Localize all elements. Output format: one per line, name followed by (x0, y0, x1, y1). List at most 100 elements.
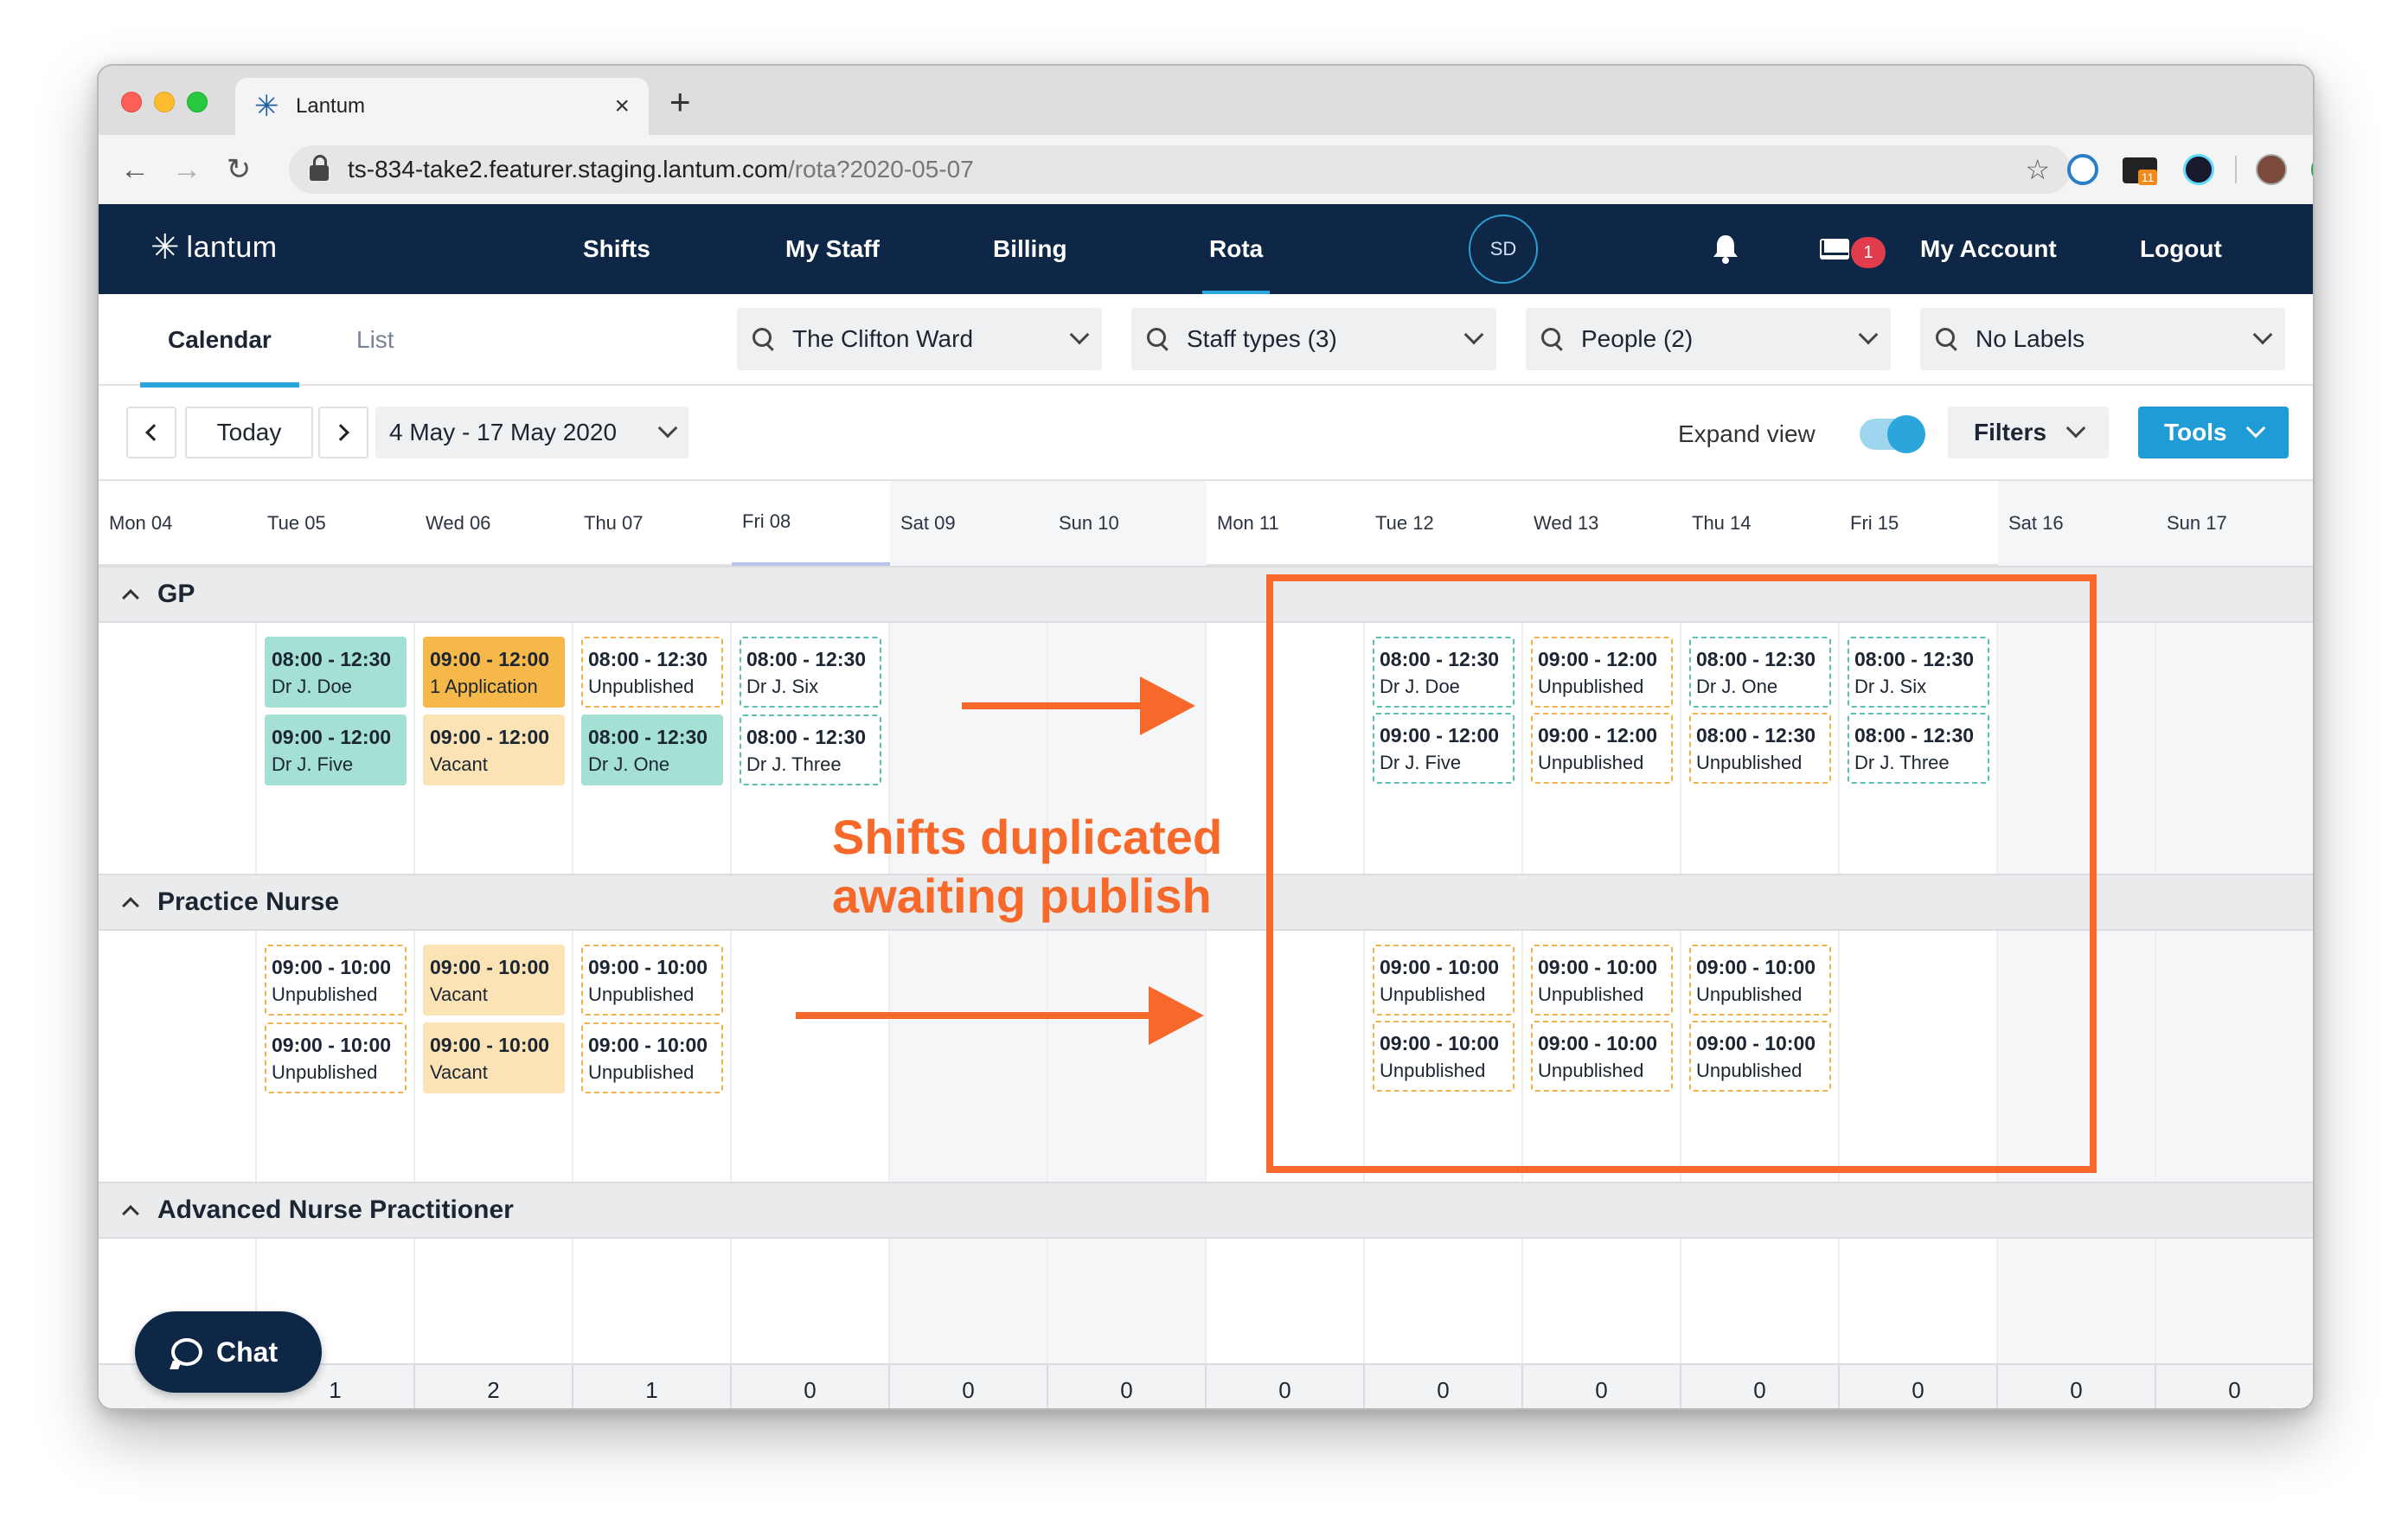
group-title: Practice Nurse (157, 888, 340, 916)
shift-assignee: Vacant (430, 753, 488, 775)
react-devtools-icon[interactable] (2183, 154, 2214, 185)
day-column (1840, 1239, 1998, 1363)
shift-card[interactable]: 09:00 - 10:00 Unpublished (581, 945, 723, 1016)
daily-total: 0 (1681, 1365, 1840, 1408)
ward-filter[interactable]: The Clifton Ward (737, 308, 1102, 370)
nav-rota[interactable]: Rota (1201, 204, 1271, 294)
day-column (1681, 1239, 1840, 1363)
shift-card[interactable]: 09:00 - 10:00 Unpublished (265, 1022, 407, 1093)
tab-list[interactable]: List (356, 294, 394, 386)
day-column (99, 623, 257, 874)
user-avatar[interactable]: SD (1469, 215, 1538, 284)
day-header: Tue 05 (267, 512, 326, 534)
tab-calendar[interactable]: Calendar (140, 294, 299, 388)
shift-card[interactable]: 08:00 - 12:30 Dr J. Six (740, 637, 881, 708)
shift-card[interactable]: 09:00 - 12:00 1 Application (423, 637, 565, 708)
shift-time: 09:00 - 10:00 (272, 1034, 392, 1056)
forward-icon[interactable]: → (171, 153, 202, 187)
shift-card[interactable]: 08:00 - 12:30 Dr J. Doe (265, 637, 407, 708)
day-column (2156, 1239, 2313, 1363)
collapse-icon (122, 589, 139, 606)
profile-avatar[interactable] (2256, 154, 2287, 185)
address-bar[interactable]: ts-834-take2.featurer.staging.lantum.com… (289, 145, 2071, 194)
day-header: Sat 09 (890, 481, 1048, 566)
annotation-line-1: Shifts duplicated (832, 810, 1223, 864)
browser-tab[interactable]: ✳ Lantum × (235, 78, 649, 135)
shift-card[interactable]: 09:00 - 10:00 Vacant (423, 945, 565, 1016)
filters-button[interactable]: Filters (1948, 407, 2109, 458)
daily-total: 1 (573, 1365, 732, 1408)
back-icon[interactable]: ← (119, 153, 150, 187)
notification-bell-icon[interactable] (1713, 234, 1739, 265)
nav-my-staff[interactable]: My Staff (785, 204, 880, 294)
app-header: ✳ lantum Shifts My Staff Billing Rota SD… (99, 204, 2313, 294)
day-column (99, 931, 257, 1182)
nav-shifts[interactable]: Shifts (583, 204, 650, 294)
lantum-star-icon: ✳ (150, 228, 180, 266)
ward-filter-value: The Clifton Ward (792, 325, 974, 352)
previous-period-button[interactable] (126, 407, 176, 458)
shift-card[interactable]: 08:00 - 12:30 Unpublished (581, 637, 723, 708)
people-filter[interactable]: People (2) (1526, 308, 1891, 370)
reload-icon[interactable]: ↻ (223, 152, 254, 187)
day-header-row: Mon 04 Tue 05 Wed 06 Thu 07 Fri 08 Sat 0… (99, 479, 2313, 566)
day-column (1523, 1239, 1681, 1363)
extension-1password-icon[interactable] (2067, 154, 2098, 185)
filters-label: Filters (1974, 419, 2047, 445)
day-column (1207, 1239, 1365, 1363)
labels-filter-value: No Labels (1976, 325, 2085, 352)
shift-assignee: Dr J. Three (746, 753, 842, 775)
day-column (1365, 1239, 1523, 1363)
day-header: Mon 04 (109, 512, 173, 534)
close-window-button[interactable] (121, 92, 142, 112)
address-row: ← → ↻ ts-834-take2.featurer.staging.lant… (99, 135, 2313, 204)
day-header: Sun 10 (1048, 481, 1207, 566)
brand-name: lantum (186, 230, 278, 264)
day-column (1998, 1239, 2156, 1363)
minimize-window-button[interactable] (154, 92, 175, 112)
labels-filter[interactable]: No Labels (1920, 308, 2285, 370)
chevron-down-icon (2245, 418, 2266, 439)
group-header-advanced-nurse-practitioner[interactable]: Advanced Nurse Practitioner (99, 1182, 2313, 1239)
chevron-down-icon (1858, 324, 1879, 345)
shift-card[interactable]: 08:00 - 12:30 Dr J. Three (740, 715, 881, 785)
shift-assignee: Dr J. Six (746, 676, 819, 697)
date-range-picker[interactable]: 4 May - 17 May 2020 (375, 407, 688, 458)
lantum-favicon-icon: ✳ (254, 90, 279, 123)
annotation-highlight-box (1266, 574, 2097, 1173)
next-period-button[interactable] (318, 407, 368, 458)
extension-badge: 11 (2138, 170, 2157, 185)
day-column (1048, 1239, 1207, 1363)
daily-total: 0 (1523, 1365, 1681, 1408)
shift-card[interactable]: 09:00 - 10:00 Vacant (423, 1022, 565, 1093)
shift-card[interactable]: 08:00 - 12:30 Dr J. One (581, 715, 723, 785)
maximize-window-button[interactable] (187, 92, 208, 112)
messages-icon[interactable] (1820, 239, 1849, 260)
lantum-logo[interactable]: ✳ lantum (150, 230, 278, 265)
staff-types-filter[interactable]: Staff types (3) (1131, 308, 1496, 370)
chat-button[interactable]: Chat (135, 1311, 322, 1393)
daily-total: 0 (732, 1365, 890, 1408)
logout-link[interactable]: Logout (2140, 204, 2222, 294)
day-column (415, 1239, 573, 1363)
shift-time: 08:00 - 12:30 (588, 648, 708, 670)
chevron-left-icon (145, 424, 163, 441)
nav-billing[interactable]: Billing (993, 204, 1067, 294)
search-icon (1936, 328, 1958, 350)
tools-button[interactable]: Tools (2138, 407, 2289, 458)
my-account-link[interactable]: My Account (1920, 204, 2057, 294)
bookmark-star-icon[interactable]: ☆ (2025, 153, 2050, 186)
expand-view-toggle[interactable] (1860, 415, 1925, 453)
shift-card[interactable]: 09:00 - 10:00 Unpublished (265, 945, 407, 1016)
shift-card[interactable]: 09:00 - 10:00 Unpublished (581, 1022, 723, 1093)
shift-card[interactable]: 09:00 - 12:00 Vacant (423, 715, 565, 785)
new-tab-icon[interactable]: + (669, 81, 691, 123)
shift-assignee: Unpublished (272, 1061, 378, 1083)
today-button[interactable]: Today (185, 407, 313, 458)
tools-label: Tools (2164, 419, 2227, 445)
shift-card[interactable]: 09:00 - 12:00 Dr J. Five (265, 715, 407, 785)
close-tab-icon[interactable]: × (614, 92, 630, 121)
messages-count-badge: 1 (1851, 237, 1886, 268)
update-icon[interactable] (2311, 154, 2313, 185)
tab-title: Lantum (296, 94, 366, 118)
